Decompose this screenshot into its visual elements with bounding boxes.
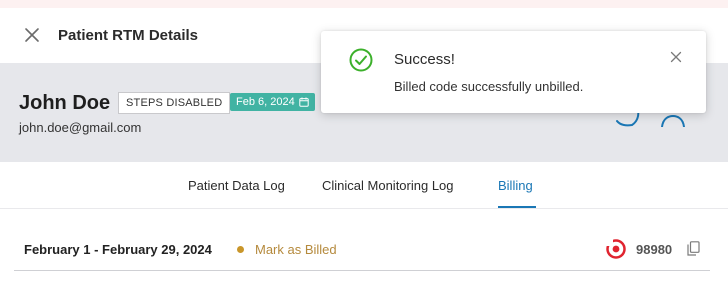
mark-as-billed-link[interactable]: Mark as Billed bbox=[255, 242, 337, 257]
billing-row: February 1 - February 29, 2024 Mark as B… bbox=[14, 226, 710, 271]
tab-clinical-monitoring-log[interactable]: Clinical Monitoring Log bbox=[322, 178, 454, 193]
date-badge-label: Feb 6, 2024 bbox=[236, 96, 295, 108]
tab-patient-data-log[interactable]: Patient Data Log bbox=[188, 178, 285, 193]
patient-email: john.doe@gmail.com bbox=[19, 120, 142, 135]
close-icon[interactable] bbox=[670, 51, 682, 63]
patient-name: John Doe bbox=[19, 92, 111, 114]
calendar-icon bbox=[299, 97, 309, 107]
steps-status-badge: STEPS DISABLED bbox=[118, 92, 231, 114]
status-dot bbox=[237, 246, 244, 253]
date-badge: Feb 6, 2024 bbox=[230, 93, 315, 111]
success-check-icon bbox=[349, 48, 373, 72]
toast-message: Billed code successfully unbilled. bbox=[394, 79, 584, 94]
tab-billing[interactable]: Billing bbox=[498, 178, 533, 193]
copy-icon[interactable] bbox=[687, 241, 700, 256]
tab-bar: Patient Data Log Clinical Monitoring Log… bbox=[0, 162, 728, 209]
billing-code: 98980 bbox=[636, 242, 673, 257]
close-icon[interactable] bbox=[23, 26, 41, 44]
page-title: Patient RTM Details bbox=[58, 27, 199, 44]
success-toast: Success! Billed code successfully unbill… bbox=[321, 31, 706, 113]
toast-title: Success! bbox=[394, 51, 455, 68]
billing-period: February 1 - February 29, 2024 bbox=[24, 242, 212, 257]
billing-logo-icon bbox=[606, 239, 626, 259]
active-tab-indicator bbox=[498, 206, 536, 208]
